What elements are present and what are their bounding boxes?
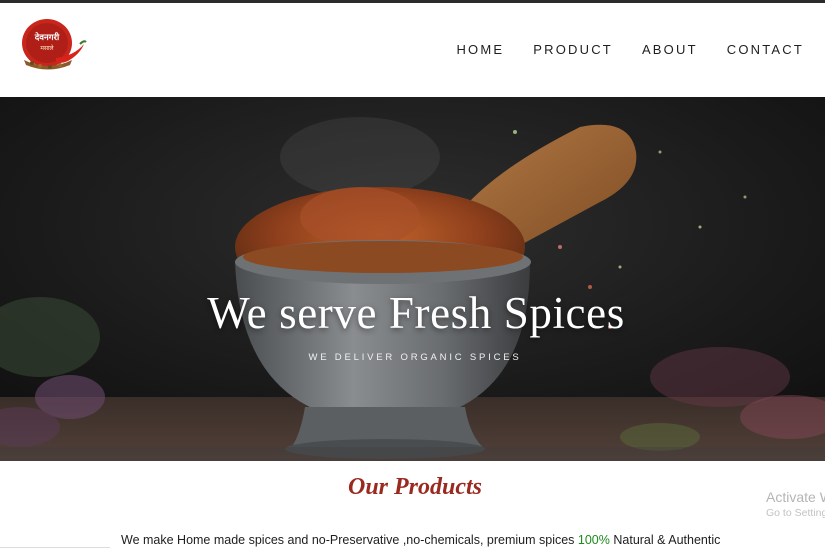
nav-home[interactable]: HOME — [456, 42, 504, 57]
nav-about[interactable]: ABOUT — [642, 42, 698, 57]
nav-contact[interactable]: CONTACT — [727, 42, 804, 57]
main-nav: HOME PRODUCT ABOUT CONTACT — [456, 42, 804, 57]
description-text: We make Home made spices and no-Preserva… — [121, 533, 578, 547]
divider — [0, 547, 110, 548]
products-section-title: Our Products — [347, 474, 483, 500]
site-header: देवनगरी मसाले HOME PRODUCT ABOUT CONTACT — [0, 3, 825, 97]
hero-banner: We serve Fresh Spices WE DELIVER ORGANIC… — [0, 97, 825, 461]
brand-logo[interactable]: देवनगरी मसाले — [18, 16, 88, 72]
logo-text-line1: देवनगरी — [34, 32, 60, 43]
logo-text-line2: मसाले — [40, 44, 54, 52]
hero-subtitle: WE DELIVER ORGANIC SPICES — [308, 352, 522, 363]
description-highlight: 100% — [577, 533, 610, 547]
watermark-subtitle: Go to Settings to activate Windows. — [766, 507, 825, 519]
description-text-end: Natural & Authentic — [609, 533, 721, 547]
products-description: We make Home made spices and no-Preserva… — [121, 533, 720, 547]
hero-title: We serve Fresh Spices — [207, 288, 625, 338]
hero-image — [0, 97, 825, 461]
nav-product[interactable]: PRODUCT — [533, 42, 613, 57]
chili-logo-icon: देवनगरी मसाले — [22, 19, 87, 70]
activation-watermark: Activate Windows Go to Settings to activ… — [766, 489, 825, 529]
watermark-title: Activate Windows — [766, 489, 825, 505]
